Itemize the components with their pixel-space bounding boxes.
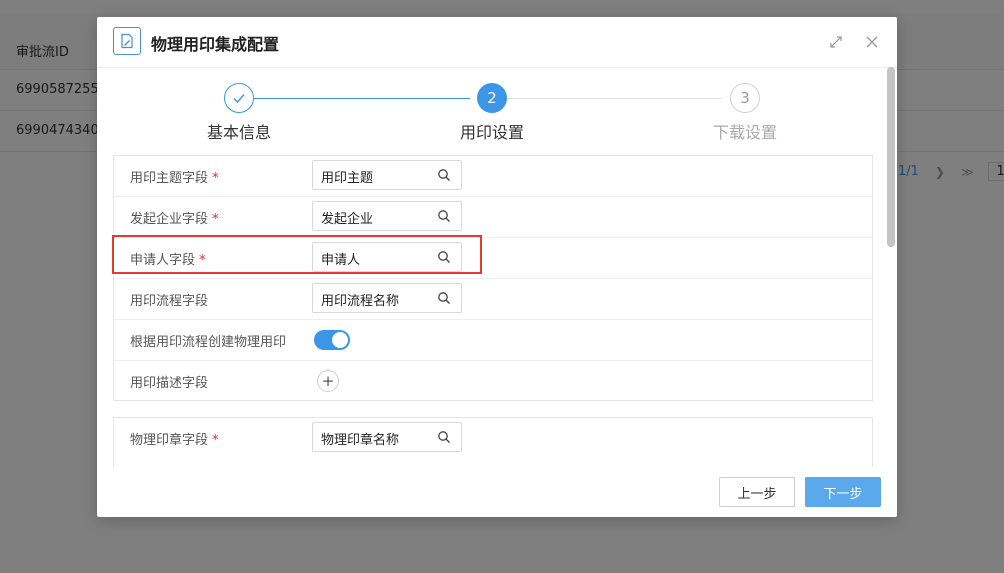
expand-icon[interactable] bbox=[827, 33, 845, 51]
form-scroll-area[interactable]: 用印主题字段* 用印主题 发起企业字段* 发起企业 申请人字段* 申请人 bbox=[113, 155, 873, 467]
form-row-company: 发起企业字段 * 发起企业 bbox=[114, 197, 872, 238]
field-label: 物理印章字段 * bbox=[130, 433, 219, 448]
required-mark: * bbox=[212, 212, 219, 227]
step-3-label: 下载设置 bbox=[713, 123, 778, 142]
field-value: 发起企业 bbox=[321, 212, 374, 227]
scrollbar-track[interactable] bbox=[887, 67, 895, 247]
prev-step-button[interactable]: 上一步 bbox=[719, 477, 795, 507]
form-row-subject: 用印主题字段 * 用印主题 bbox=[114, 156, 872, 197]
form-row-process: 用印流程字段 用印流程名称 bbox=[114, 279, 872, 320]
step-1-label: 基本信息 bbox=[207, 123, 272, 142]
search-icon[interactable] bbox=[437, 430, 451, 444]
scrollbar-thumb[interactable] bbox=[887, 67, 895, 247]
field-label: 根据用印流程创建物理用印 bbox=[130, 335, 287, 350]
applicant-field-input[interactable]: 申请人 bbox=[312, 242, 462, 272]
edit-doc-icon bbox=[113, 27, 141, 55]
process-field-input[interactable]: 用印流程名称 bbox=[312, 283, 462, 313]
field-value: 用印流程名称 bbox=[321, 294, 400, 309]
field-value: 用印主题 bbox=[321, 171, 374, 186]
required-mark: * bbox=[199, 253, 206, 268]
form-row-description: 用印描述字段 + bbox=[114, 361, 872, 402]
subject-field-input[interactable]: 用印主题 bbox=[312, 160, 462, 190]
step-connector-done bbox=[254, 98, 470, 99]
search-icon[interactable] bbox=[437, 291, 451, 305]
form-row-applicant: 申请人字段 * 申请人 bbox=[114, 238, 872, 279]
field-label: 用印主题字段 * bbox=[130, 171, 219, 186]
step-1-check-icon bbox=[224, 83, 254, 113]
search-icon[interactable] bbox=[437, 168, 451, 182]
toggle-knob bbox=[332, 332, 348, 348]
stepper: 基本信息 2 用印设置 3 下载设置 bbox=[97, 83, 887, 153]
create-by-process-toggle[interactable] bbox=[314, 330, 350, 350]
seal-field-input[interactable]: 物理印章名称 bbox=[312, 422, 462, 452]
form-row-seal: 物理印章字段 * 物理印章名称 bbox=[114, 418, 872, 459]
form-row-create-by-process: 根据用印流程创建物理用印 bbox=[114, 320, 872, 361]
step-3-circle: 3 bbox=[730, 83, 760, 113]
form-card-seal: 物理印章字段 * 物理印章名称 bbox=[113, 417, 873, 467]
search-icon[interactable] bbox=[437, 250, 451, 264]
field-label: 申请人字段 * bbox=[130, 253, 206, 268]
field-label: 发起企业字段 * bbox=[130, 212, 219, 227]
step-2-circle: 2 bbox=[477, 83, 507, 113]
step-connector-pending bbox=[506, 98, 722, 99]
step-2-label: 用印设置 bbox=[460, 123, 525, 142]
search-icon[interactable] bbox=[437, 209, 451, 223]
required-mark: * bbox=[212, 433, 219, 448]
field-value: 申请人 bbox=[321, 253, 361, 268]
form-card-main: 用印主题字段* 用印主题 发起企业字段* 发起企业 申请人字段* 申请人 bbox=[113, 155, 873, 401]
config-modal: 物理用印集成配置 基本信息 2 用印设置 3 下载设置 用印主题字段 * 用印主… bbox=[97, 17, 897, 517]
company-field-input[interactable]: 发起企业 bbox=[312, 201, 462, 231]
modal-header: 物理用印集成配置 bbox=[97, 17, 897, 68]
field-value: 物理印章名称 bbox=[321, 433, 400, 448]
add-description-button[interactable]: + bbox=[317, 370, 339, 392]
field-label: 用印流程字段 bbox=[130, 294, 209, 309]
modal-title: 物理用印集成配置 bbox=[151, 35, 280, 54]
close-icon[interactable] bbox=[863, 33, 881, 51]
next-step-button[interactable]: 下一步 bbox=[805, 477, 881, 507]
field-label: 用印描述字段 bbox=[130, 376, 209, 391]
required-mark: * bbox=[212, 171, 219, 186]
